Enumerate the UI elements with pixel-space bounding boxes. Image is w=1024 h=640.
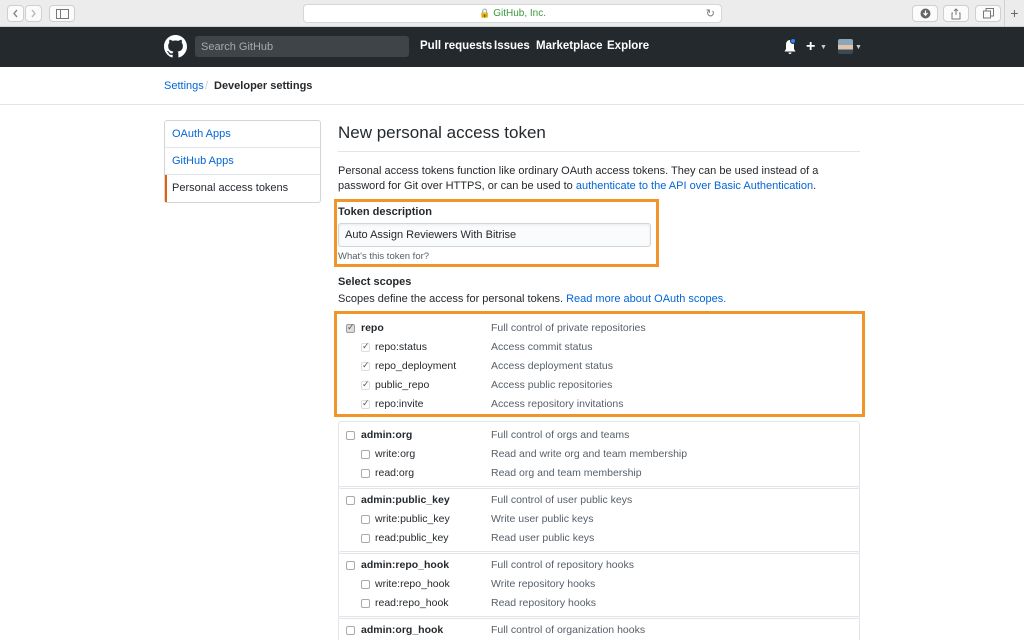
scope-name: admin:org — [361, 429, 413, 441]
scope-name: admin:public_key — [361, 494, 450, 506]
oauth-scopes-link[interactable]: Read more about OAuth scopes. — [566, 293, 726, 305]
token-description-label: Token description — [338, 206, 432, 218]
scope-description: Full control of orgs and teams — [491, 429, 630, 441]
scope-checkbox[interactable] — [346, 626, 355, 635]
reload-icon[interactable]: ↻ — [706, 7, 715, 20]
scope-name: write:repo_hook — [375, 578, 450, 590]
intro-text: Personal access tokens function like ord… — [338, 164, 860, 194]
downloads-button[interactable] — [912, 5, 938, 22]
scope-row: admin:repo_hook Full control of repositor… — [339, 557, 859, 576]
scope-group: admin:repo_hook Full control of repositor… — [338, 551, 860, 619]
scope-checkbox[interactable] — [361, 469, 370, 478]
scope-group: admin:org Full control of orgs and teams w… — [338, 421, 860, 489]
scope-name: write:public_key — [375, 513, 450, 525]
scope-description: Read user public keys — [491, 532, 595, 544]
scope-description: Read and write org and team membership — [491, 448, 688, 460]
breadcrumb-settings-link[interactable]: Settings — [164, 80, 204, 92]
search-input[interactable] — [195, 36, 409, 57]
scope-checkbox[interactable] — [346, 431, 355, 440]
scope-name: admin:org_hook — [361, 624, 444, 636]
select-scopes-label: Select scopes — [338, 276, 412, 288]
scope-checkbox[interactable] — [361, 599, 370, 608]
nav-marketplace[interactable]: Marketplace — [536, 40, 602, 52]
scope-checkbox[interactable] — [346, 496, 355, 505]
new-tab-button[interactable]: + — [1004, 0, 1024, 27]
sub-scope-row: write:repo_hook Write repository hooks — [339, 576, 859, 595]
sidebar-toggle-button[interactable] — [49, 5, 75, 22]
sub-scope-row: write:public_key Write user public keys — [339, 511, 859, 530]
nav-explore[interactable]: Explore — [607, 40, 649, 52]
forward-button[interactable] — [25, 5, 42, 22]
nav-issues[interactable]: Issues — [494, 40, 530, 52]
scope-name: admin:repo_hook — [361, 559, 450, 571]
sub-scope-row: write:org Read and write org and team mem… — [339, 446, 859, 465]
scope-description: Write user public keys — [491, 513, 594, 525]
scope-row: admin:public_key Full control of user pub… — [339, 492, 859, 511]
scope-group: admin:public_key Full control of user pub… — [338, 486, 860, 554]
nav-pull-requests[interactable]: Pull requests — [420, 40, 492, 52]
chevron-right-icon — [31, 9, 36, 18]
repo-scope-highlight — [334, 311, 865, 417]
breadcrumb: Settings / Developer settings — [0, 67, 1024, 105]
create-new-button[interactable]: + — [806, 38, 815, 56]
chevron-down-icon: ▼ — [855, 44, 862, 51]
scope-checkbox[interactable] — [361, 450, 370, 459]
download-icon — [920, 8, 930, 19]
sidebar-item-oauth-apps[interactable]: OAuth Apps — [165, 121, 320, 148]
back-button[interactable] — [7, 5, 24, 22]
tabs-overview-icon — [982, 8, 994, 19]
scope-description: Read repository hooks — [491, 597, 597, 609]
sidebar-item-personal-access-tokens[interactable]: Personal access tokens — [165, 175, 320, 202]
lock-icon: 🔒 — [478, 8, 491, 18]
sub-scope-row: read:repo_hook Read repository hooks — [339, 595, 859, 614]
scope-row: admin:org_hook Full control of organizati… — [339, 622, 859, 640]
page-title: New personal access token — [338, 123, 546, 142]
scope-checkbox[interactable] — [346, 561, 355, 570]
title-divider — [338, 151, 860, 152]
share-icon — [951, 7, 961, 19]
scope-description: Full control of repository hooks — [491, 559, 634, 571]
chevron-down-icon: ▼ — [820, 44, 827, 51]
tabs-button[interactable] — [975, 5, 1001, 22]
scopes-description: Scopes define the access for personal to… — [338, 293, 726, 305]
scope-checkbox[interactable] — [361, 515, 370, 524]
notification-dot — [790, 38, 796, 44]
scope-name: read:public_key — [375, 532, 449, 544]
sub-scope-row: read:org Read org and team membership — [339, 465, 859, 484]
breadcrumb-separator: / — [205, 80, 209, 92]
scope-name: write:org — [375, 448, 416, 460]
token-description-note: What's this token for? — [338, 251, 430, 262]
breadcrumb-current: Developer settings — [214, 80, 313, 92]
token-description-input[interactable] — [338, 223, 651, 247]
scope-description: Full control of organization hooks — [491, 624, 646, 636]
sub-scope-row: read:public_key Read user public keys — [339, 530, 859, 549]
share-button[interactable] — [943, 5, 969, 22]
scope-description: Read org and team membership — [491, 467, 642, 479]
site-header: Pull requests Issues Marketplace Explore… — [0, 27, 1024, 67]
github-logo-icon[interactable] — [164, 35, 187, 58]
settings-sidebar: OAuth Apps GitHub Apps Personal access t… — [164, 120, 321, 203]
scope-name: read:org — [375, 467, 415, 479]
scope-description: Write repository hooks — [491, 578, 596, 590]
browser-toolbar: 🔒 GitHub, Inc. ↻ + — [0, 0, 1024, 27]
scope-checkbox[interactable] — [361, 580, 370, 589]
scope-name: read:repo_hook — [375, 597, 449, 609]
sidebar-item-github-apps[interactable]: GitHub Apps — [165, 148, 320, 175]
address-bar[interactable]: 🔒 GitHub, Inc. ↻ — [303, 4, 722, 23]
scope-description: Full control of user public keys — [491, 494, 633, 506]
avatar[interactable] — [838, 39, 853, 54]
intro-text-end: . — [813, 180, 817, 192]
basic-auth-link[interactable]: authenticate to the API over Basic Authe… — [576, 180, 813, 192]
scope-group: admin:org_hook Full control of organizati… — [338, 616, 860, 640]
chevron-left-icon — [13, 9, 18, 18]
scope-row: admin:org Full control of orgs and teams — [339, 427, 859, 446]
scopes-description-text: Scopes define the access for personal to… — [338, 293, 567, 305]
scope-checkbox[interactable] — [361, 534, 370, 543]
address-text: GitHub, Inc. — [493, 8, 547, 19]
sidebar-icon — [55, 8, 69, 19]
